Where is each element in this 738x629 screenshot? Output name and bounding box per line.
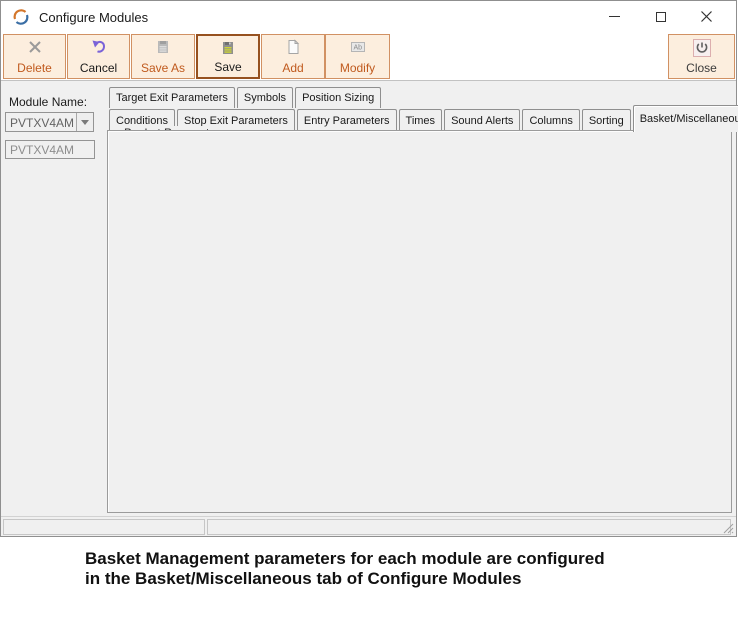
maximize-button[interactable] [646,1,676,32]
screenshot-root: Configure Modules Delete Cancel [0,0,738,629]
status-bar [1,516,736,536]
module-name-label: Module Name: [9,95,87,109]
close-button[interactable]: Close [668,34,735,79]
tab-page-basket-miscellaneous [107,130,732,513]
add-button[interactable]: Add [261,34,325,79]
save-as-button[interactable]: Save As [131,34,195,79]
save-button-label: Save [214,60,241,74]
maximize-icon [656,12,666,22]
save-button[interactable]: Save [196,34,260,79]
minimize-icon [609,16,620,17]
module-name-combobox[interactable]: PVTXV4AM [5,112,94,132]
tab-target-exit-parameters[interactable]: Target Exit Parameters [109,87,235,108]
svg-text:Ab: Ab [353,45,362,52]
power-icon [693,39,711,57]
save-as-button-label: Save As [141,61,185,75]
tab-sorting[interactable]: Sorting [582,109,631,131]
title-bar: Configure Modules [1,1,736,33]
modify-ab-icon: Ab [350,39,366,55]
add-button-label: Add [282,61,303,75]
tab-times[interactable]: Times [399,109,443,131]
combobox-dropdown-button[interactable] [76,113,93,131]
caption-text: Basket Management parameters for each mo… [85,549,685,589]
tab-entry-parameters[interactable]: Entry Parameters [297,109,397,131]
cancel-button-label: Cancel [80,61,117,75]
undo-arrow-icon [91,39,107,55]
tab-columns[interactable]: Columns [522,109,579,131]
tab-position-sizing[interactable]: Position Sizing [295,87,381,108]
tab-sound-alerts[interactable]: Sound Alerts [444,109,520,131]
configure-modules-window: Configure Modules Delete Cancel [0,0,737,537]
minimize-button[interactable] [599,1,629,32]
status-panel-left [3,519,205,535]
cancel-button[interactable]: Cancel [67,34,130,79]
caption-line2: in the Basket/Miscellaneous tab of Confi… [85,569,685,589]
tab-symbols[interactable]: Symbols [237,87,293,108]
close-x-icon [701,11,712,22]
module-name-readonly-field: PVTXV4AM [5,140,95,159]
tab-strip-row1: Target Exit Parameters Symbols Position … [109,87,381,108]
modify-button-label: Modify [340,61,375,75]
toolbar: Delete Cancel Save As [1,33,736,81]
delete-button-label: Delete [17,61,52,75]
app-logo-icon [12,8,30,26]
module-name-value: PVTXV4AM [10,116,74,130]
new-page-icon [285,39,301,55]
module-name-readonly-value: PVTXV4AM [10,143,74,157]
chevron-down-icon [81,120,89,125]
status-panel-right [207,519,731,535]
resize-grip[interactable] [722,522,734,534]
window-close-button[interactable] [691,1,721,32]
caption-line1: Basket Management parameters for each mo… [85,549,685,569]
modify-button[interactable]: Ab Modify [325,34,390,79]
tab-basket-miscellaneous[interactable]: Basket/Miscellaneous [633,105,738,132]
delete-x-icon [27,39,43,55]
save-as-floppy-icon [155,39,171,55]
close-button-label: Close [686,61,717,75]
window-title: Configure Modules [39,10,148,25]
delete-button[interactable]: Delete [3,34,66,79]
save-floppy-icon [220,40,236,56]
